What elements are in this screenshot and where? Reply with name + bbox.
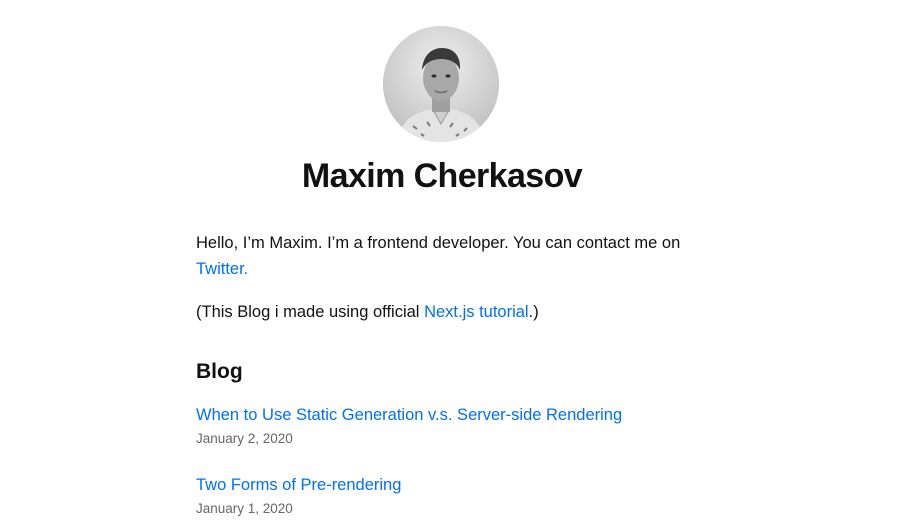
post-date: January 1, 2020	[196, 501, 293, 516]
intro-text: Hello, I’m Maxim. I’m a frontend develop…	[196, 230, 691, 282]
blog-post: When to Use Static Generation v.s. Serve…	[196, 403, 691, 448]
tutorial-note-suffix: .)	[528, 303, 539, 321]
blog-heading: Blog	[196, 360, 243, 383]
post-title-link[interactable]: When to Use Static Generation v.s. Serve…	[196, 403, 691, 427]
tutorial-note-prefix: (This Blog i made using official	[196, 303, 425, 321]
post-date: January 2, 2020	[196, 431, 293, 446]
avatar-photo	[383, 26, 499, 142]
nextjs-tutorial-link[interactable]: Next.js tutorial	[424, 303, 529, 321]
profile-header: Maxim Cherkasov	[0, 0, 910, 210]
page-title: Maxim Cherkasov	[301, 157, 583, 195]
page: Maxim Cherkasov Hello, I’m Maxim. I’m a …	[0, 0, 910, 529]
avatar	[383, 26, 499, 142]
tutorial-note: (This Blog i made using official Next.js…	[196, 299, 691, 325]
post-title-link[interactable]: Two Forms of Pre-rendering	[196, 473, 691, 497]
blog-post: Two Forms of Pre-rendering January 1, 20…	[196, 473, 691, 518]
intro-text-body: Hello, I’m Maxim. I’m a frontend develop…	[196, 234, 681, 252]
twitter-link[interactable]: Twitter.	[196, 260, 248, 278]
